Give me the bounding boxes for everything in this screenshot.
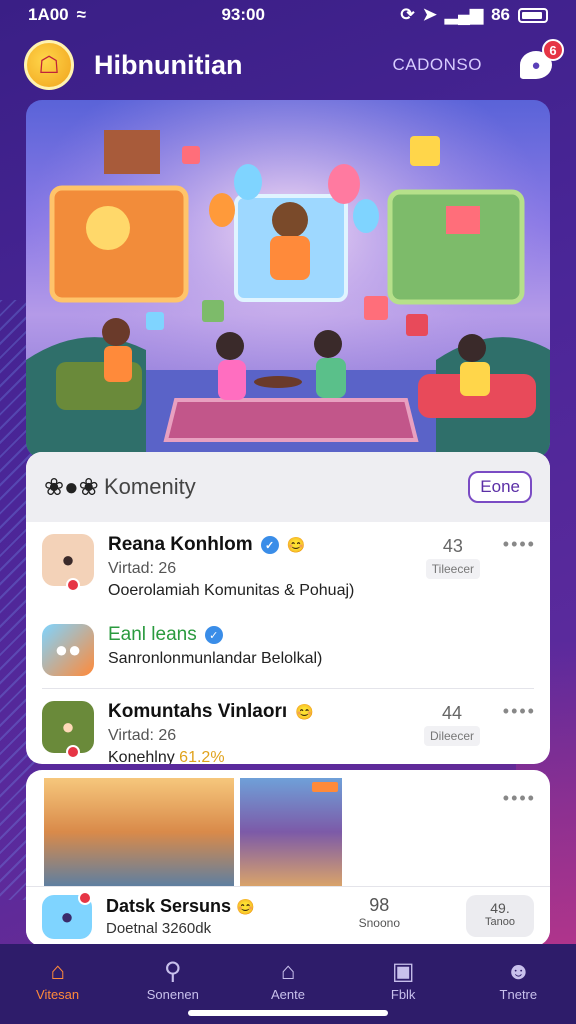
highlight-value: 61.2%: [179, 749, 225, 764]
row-name: Reana Konhlom: [108, 534, 253, 555]
person-icon: ●: [60, 903, 74, 929]
header-action-link[interactable]: CADONSO: [393, 55, 482, 75]
nav-label: Vitesan: [36, 986, 80, 1002]
stat-label: Snoono: [358, 916, 400, 930]
gallery-name: Datsk Sersuns: [106, 896, 232, 916]
more-options-icon[interactable]: ••••: [503, 788, 536, 809]
list-item[interactable]: ● Datsk Sersuns 😊 Doetnal 3260dk 98 Snoo…: [26, 886, 550, 946]
list-item[interactable]: ● Reana Konhlom ✓ 😊 Virtad: 26 Ooerolami…: [26, 522, 550, 612]
button-top: 49.: [490, 900, 510, 916]
sync-icon: ⟳: [400, 5, 415, 24]
home-indicator: [188, 1010, 388, 1016]
carrier-label: 1A00: [28, 5, 69, 24]
community-card: ❀●❀ Komenity Eone ● Reana Konhlom ✓ 😊 Vi…: [26, 452, 550, 764]
search-icon: ⚲: [163, 957, 182, 985]
signal-text: 86: [491, 5, 510, 24]
nav-item-profile[interactable]: ☻ Tnetre: [473, 957, 563, 1002]
nav-item-briefcase[interactable]: ▣ Fblk: [358, 957, 448, 1002]
nav-item-house[interactable]: ⌂ Aente: [243, 957, 333, 1002]
app-header: ☖ Hibnunitian CADONSO ● 6: [24, 38, 564, 92]
wifi-icon: ≈: [76, 5, 86, 24]
location-icon: ➤: [422, 5, 437, 24]
bottom-nav: ⌂ Vitesan ⚲ Sonenen ⌂ Aente ▣ Fblk ☻ Tne…: [0, 944, 576, 1024]
person-icon: ●: [61, 547, 75, 572]
emoji-icon: 😊: [286, 537, 306, 554]
app-title: Hibnunitian: [94, 49, 243, 80]
chat-icon: ●: [531, 56, 541, 74]
status-bar: 1A00 ≈ 93:00 ⟳ ➤ ▂▄▆ 86: [0, 0, 576, 30]
nav-label: Tnetre: [499, 986, 538, 1002]
row-name-container: Eanl leans ✓: [108, 624, 534, 646]
status-dot: [78, 890, 92, 905]
row-name: Eanl leans: [108, 624, 197, 645]
avatar: ●: [42, 534, 94, 592]
stat-number: 44: [441, 703, 462, 723]
person-icon: ●: [61, 714, 75, 739]
row-desc: Konehlny: [108, 749, 175, 764]
signal-icon: ▂▄▆: [444, 5, 484, 24]
emoji-icon: 😊: [236, 899, 255, 916]
photo-tag: [312, 782, 338, 792]
nav-label: Aente: [270, 986, 305, 1002]
profile-icon: ☻: [505, 957, 531, 985]
gallery-photo[interactable]: [44, 778, 234, 886]
battery-icon: [518, 7, 548, 23]
done-button[interactable]: Eone: [468, 471, 532, 503]
chat-button[interactable]: ● 6: [520, 39, 564, 79]
stat-label: Dileecer: [423, 726, 480, 746]
gallery-action-button[interactable]: 49. Tanoo: [466, 895, 534, 937]
nav-label: Fblk: [390, 986, 416, 1002]
list-item[interactable]: ●● Eanl leans ✓ Sanronlonmunlandar Belol…: [26, 612, 550, 688]
gallery-card: •••• ● Datsk Sersuns 😊 Doetnal 3260dk 98…: [26, 770, 550, 946]
row-stat: 44 Dileecer: [423, 703, 480, 746]
row-desc: Ooerolamiah Komunitas & Pohuaj): [108, 582, 355, 599]
row-stat: 43 Tileecer: [425, 536, 480, 579]
house-icon: ⌂: [280, 957, 296, 985]
community-icon: ❀●❀: [44, 473, 99, 501]
community-title: Komenity: [104, 474, 196, 499]
status-dot: [66, 745, 80, 759]
more-options-icon[interactable]: ••••: [503, 534, 536, 555]
button-label: Tanoo: [485, 916, 515, 928]
row-desc: Sanronlonmunlandar Belolkal): [108, 650, 323, 667]
clock: 93:00: [221, 5, 265, 24]
verified-icon: ✓: [260, 536, 279, 554]
nav-item-search[interactable]: ⚲ Sonenen: [128, 957, 218, 1002]
community-header: ❀●❀ Komenity Eone: [26, 452, 550, 522]
row-name: Komuntahs Vinlaorı: [108, 701, 288, 722]
briefcase-icon: ▣: [391, 957, 415, 985]
list-item[interactable]: ● Komuntahs Vinlaorı 😊 Virtad: 26 Konehl…: [26, 689, 550, 764]
avatar: ●: [42, 890, 92, 939]
more-options-icon[interactable]: ••••: [503, 701, 536, 722]
nav-item-home[interactable]: ⌂ Vitesan: [13, 957, 103, 1002]
notification-badge: 6: [542, 39, 564, 61]
group-icon: ●●: [54, 637, 82, 662]
stat-number: 98: [369, 895, 390, 915]
status-dot: [66, 578, 80, 592]
nav-label: Sonenen: [146, 986, 199, 1002]
home-icon: ⌂: [50, 957, 65, 985]
app-logo[interactable]: ☖: [24, 40, 74, 90]
row-desc-container: Konehlny 61.2%: [108, 749, 534, 764]
hero-illustration: [26, 100, 550, 458]
verified-icon: ✓: [204, 626, 223, 644]
stat-label: Tileecer: [425, 559, 480, 579]
avatar: ●●: [42, 624, 94, 676]
gallery-stat: 98 Snoono: [359, 895, 400, 930]
avatar: ●: [42, 701, 94, 759]
gallery-photo[interactable]: [240, 778, 342, 886]
emoji-icon: 😊: [295, 704, 314, 721]
stat-number: 43: [442, 536, 463, 556]
